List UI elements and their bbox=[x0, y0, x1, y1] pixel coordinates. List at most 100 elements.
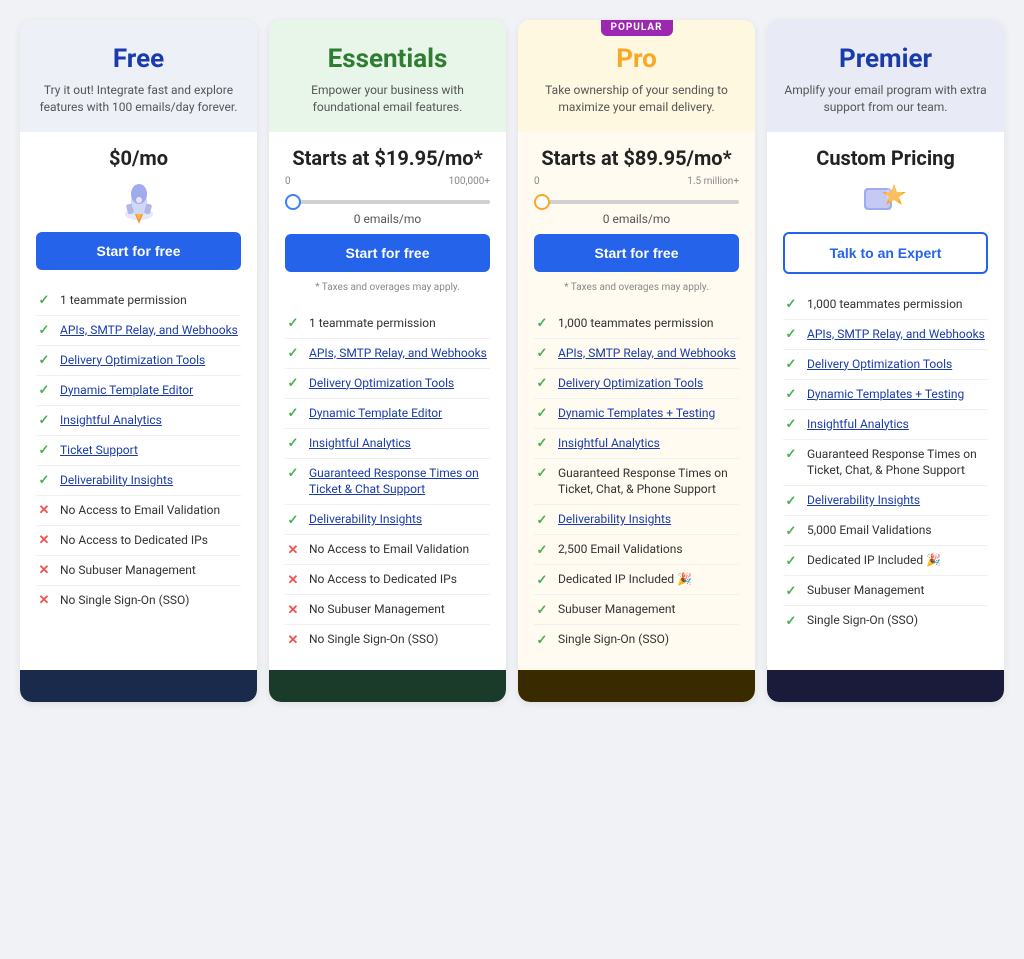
feature-item: ✓ Insightful Analytics bbox=[36, 406, 241, 436]
cta-button[interactable]: Start for free bbox=[285, 234, 490, 272]
feature-text: Single Sign-On (SSO) bbox=[807, 612, 918, 629]
plan-icon bbox=[109, 176, 169, 226]
feature-item: ✓ APIs, SMTP Relay, and Webhooks bbox=[534, 339, 739, 369]
feature-item: ✓ 1 teammate permission bbox=[36, 286, 241, 316]
cta-button[interactable]: Start for free bbox=[534, 234, 739, 272]
check-icon: ✓ bbox=[36, 323, 52, 339]
pricing-grid: Free Try it out! Integrate fast and expl… bbox=[20, 20, 1004, 702]
feature-text: 1 teammate permission bbox=[309, 315, 436, 332]
feature-item: ✓ Single Sign-On (SSO) bbox=[534, 625, 739, 654]
plan-price: Custom Pricing bbox=[783, 146, 988, 170]
plan-price: Starts at $89.95/mo* bbox=[534, 146, 739, 170]
feature-item: ✓ Insightful Analytics bbox=[285, 429, 490, 459]
cta-button[interactable]: Talk to an Expert bbox=[783, 232, 988, 274]
check-icon: ✓ bbox=[534, 376, 550, 392]
check-icon: ✓ bbox=[783, 613, 799, 629]
feature-item: ✓ Dynamic Template Editor bbox=[285, 399, 490, 429]
feature-text: Dynamic Templates + Testing bbox=[807, 386, 964, 403]
plan-card-premier: Premier Amplify your email program with … bbox=[767, 20, 1004, 702]
feature-text: APIs, SMTP Relay, and Webhooks bbox=[309, 345, 487, 362]
check-icon: ✓ bbox=[534, 512, 550, 528]
feature-item: ✓ 2,500 Email Validations bbox=[534, 535, 739, 565]
feature-item: ✓ Insightful Analytics bbox=[783, 410, 988, 440]
cross-icon: ✕ bbox=[285, 542, 301, 558]
check-icon: ✓ bbox=[36, 293, 52, 309]
cta-button[interactable]: Start for free bbox=[36, 232, 241, 270]
check-icon: ✓ bbox=[534, 436, 550, 452]
feature-text: 1,000 teammates permission bbox=[807, 296, 963, 313]
plan-cta: Start for free bbox=[269, 234, 506, 280]
plan-price: Starts at $19.95/mo* bbox=[285, 146, 490, 170]
features-list: ✓ 1,000 teammates permission ✓ APIs, SMT… bbox=[518, 301, 755, 671]
feature-item: ✕ No Access to Dedicated IPs bbox=[285, 565, 490, 595]
feature-text: Guaranteed Response Times on Ticket, Cha… bbox=[558, 465, 739, 499]
feature-text: Delivery Optimization Tools bbox=[558, 375, 703, 392]
feature-text: APIs, SMTP Relay, and Webhooks bbox=[558, 345, 736, 362]
feature-item: ✓ Delivery Optimization Tools bbox=[534, 369, 739, 399]
check-icon: ✓ bbox=[783, 523, 799, 539]
feature-text: No Access to Dedicated IPs bbox=[309, 571, 457, 588]
feature-text: APIs, SMTP Relay, and Webhooks bbox=[807, 326, 985, 343]
check-icon: ✓ bbox=[36, 413, 52, 429]
feature-item: ✓ Subuser Management bbox=[783, 576, 988, 606]
features-list: ✓ 1 teammate permission ✓ APIs, SMTP Rel… bbox=[269, 301, 506, 671]
feature-item: ✓ Dynamic Templates + Testing bbox=[783, 380, 988, 410]
plan-footer bbox=[767, 670, 1004, 702]
check-icon: ✓ bbox=[285, 346, 301, 362]
feature-item: ✓ 5,000 Email Validations bbox=[783, 516, 988, 546]
plan-pricing: $0/mo bbox=[20, 132, 257, 232]
email-volume-slider[interactable] bbox=[285, 200, 490, 204]
slider-labels: 0 100,000+ bbox=[285, 176, 490, 187]
slider-labels: 0 1.5 million+ bbox=[534, 176, 739, 187]
feature-item: ✓ Deliverability Insights bbox=[285, 505, 490, 535]
feature-text: Dynamic Template Editor bbox=[309, 405, 442, 422]
feature-text: Subuser Management bbox=[807, 582, 924, 599]
feature-item: ✓ 1,000 teammates permission bbox=[534, 309, 739, 339]
feature-text: Guaranteed Response Times on Ticket & Ch… bbox=[309, 465, 490, 499]
features-list: ✓ 1 teammate permission ✓ APIs, SMTP Rel… bbox=[20, 278, 257, 671]
cross-icon: ✕ bbox=[285, 572, 301, 588]
plan-footer bbox=[20, 670, 257, 702]
feature-text: Deliverability Insights bbox=[558, 511, 671, 528]
plan-icon bbox=[856, 176, 916, 226]
email-volume-slider[interactable] bbox=[534, 200, 739, 204]
feature-item: ✓ APIs, SMTP Relay, and Webhooks bbox=[285, 339, 490, 369]
feature-text: Ticket Support bbox=[60, 442, 138, 459]
feature-item: ✕ No Subuser Management bbox=[285, 595, 490, 625]
feature-item: ✓ Deliverability Insights bbox=[36, 466, 241, 496]
slider-max: 1.5 million+ bbox=[687, 176, 739, 187]
plan-price: $0/mo bbox=[36, 146, 241, 170]
plan-pricing: Starts at $19.95/mo* 0 100,000+ 0 emails… bbox=[269, 132, 506, 234]
feature-item: ✕ No Access to Dedicated IPs bbox=[36, 526, 241, 556]
feature-text: Deliverability Insights bbox=[60, 472, 173, 489]
feature-text: 1 teammate permission bbox=[60, 292, 187, 309]
cross-icon: ✕ bbox=[36, 503, 52, 519]
check-icon: ✓ bbox=[534, 542, 550, 558]
feature-text: Subuser Management bbox=[558, 601, 675, 618]
check-icon: ✓ bbox=[783, 493, 799, 509]
check-icon: ✓ bbox=[534, 572, 550, 588]
plan-desc: Empower your business with foundational … bbox=[285, 82, 490, 116]
feature-text: 1,000 teammates permission bbox=[558, 315, 714, 332]
check-icon: ✓ bbox=[285, 376, 301, 392]
check-icon: ✓ bbox=[783, 417, 799, 433]
feature-text: Delivery Optimization Tools bbox=[807, 356, 952, 373]
slider-max: 100,000+ bbox=[449, 176, 490, 187]
plan-header: Essentials Empower your business with fo… bbox=[269, 20, 506, 132]
cross-icon: ✕ bbox=[285, 632, 301, 648]
feature-text: Delivery Optimization Tools bbox=[309, 375, 454, 392]
feature-item: ✕ No Subuser Management bbox=[36, 556, 241, 586]
plan-footer bbox=[269, 670, 506, 702]
plan-card-free: Free Try it out! Integrate fast and expl… bbox=[20, 20, 257, 702]
plan-footer bbox=[518, 670, 755, 702]
plan-desc: Amplify your email program with extra su… bbox=[783, 82, 988, 116]
check-icon: ✓ bbox=[783, 327, 799, 343]
email-slider-container: 0 100,000+ bbox=[285, 176, 490, 208]
plan-desc: Take ownership of your sending to maximi… bbox=[534, 82, 739, 116]
plan-name: Premier bbox=[783, 44, 988, 74]
feature-item: ✓ Insightful Analytics bbox=[534, 429, 739, 459]
feature-text: APIs, SMTP Relay, and Webhooks bbox=[60, 322, 238, 339]
feature-item: ✓ Subuser Management bbox=[534, 595, 739, 625]
cross-icon: ✕ bbox=[36, 533, 52, 549]
cross-icon: ✕ bbox=[36, 593, 52, 609]
